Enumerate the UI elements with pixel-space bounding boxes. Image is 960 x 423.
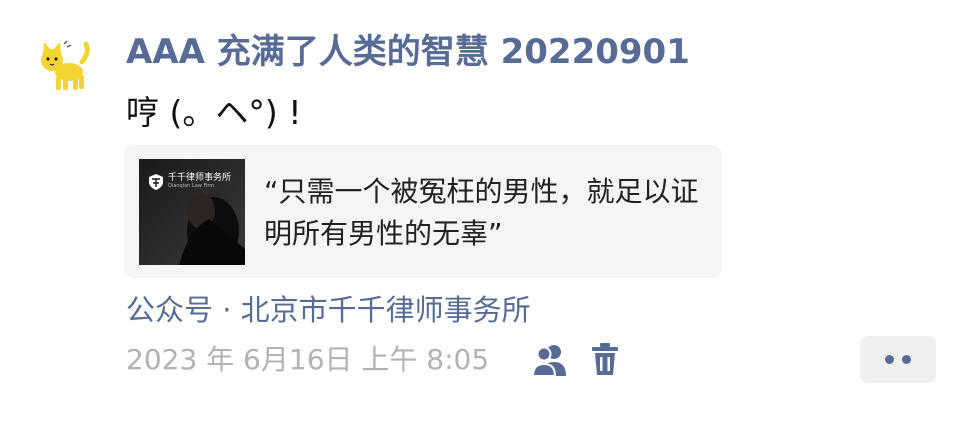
more-dot	[902, 355, 911, 364]
article-title: “只需一个被冤枉的男性，就足以证明所有男性的无辜”	[264, 175, 699, 250]
more-dot	[885, 355, 894, 364]
source-account[interactable]: 公众号 · 北京市千千律师事务所	[126, 290, 531, 330]
author-name[interactable]: AAA 充满了人类的智慧 20220901	[126, 28, 690, 76]
article-thumbnail: 千千律师事务所 Qianqian Law Firm	[139, 159, 245, 265]
shield-icon	[149, 173, 163, 190]
avatar[interactable]	[36, 38, 92, 94]
more-button[interactable]	[860, 336, 936, 383]
people-icon[interactable]	[531, 343, 568, 377]
cat-avatar-icon	[41, 40, 90, 90]
thumbnail-firm-name: 千千律师事务所	[168, 173, 232, 183]
shared-article-card[interactable]: 千千律师事务所 Qianqian Law Firm “只需一个被冤枉的男性，就足…	[124, 145, 722, 278]
post-text: 哼 (。ヘ°) !	[126, 93, 302, 132]
post-timestamp: 2023 年 6月16日 上午 8:05	[126, 343, 490, 376]
trash-icon[interactable]	[591, 342, 619, 376]
law-firm-logo: 千千律师事务所 Qianqian Law Firm	[149, 173, 231, 190]
thumbnail-firm-en: Qianqian Law Firm	[168, 183, 215, 189]
